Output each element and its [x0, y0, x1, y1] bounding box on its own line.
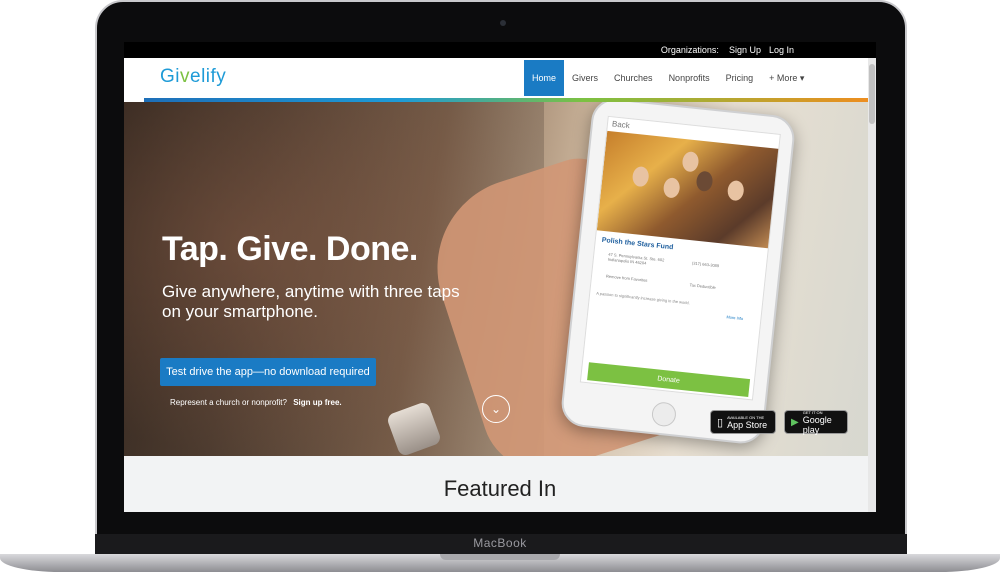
laptop-notch	[440, 554, 560, 560]
main-navbar: Givelify Home Givers Churches Nonprofits…	[124, 58, 876, 98]
group-photo	[596, 130, 781, 249]
fund-description: A passion to significantly increase givi…	[595, 290, 691, 306]
nav-item-nonprofits[interactable]: Nonprofits	[661, 60, 718, 96]
hero-section: Tap. Give. Done. Give anywhere, anytime …	[124, 102, 876, 456]
more-info-link[interactable]: More Info	[726, 314, 743, 321]
face-shape	[726, 179, 745, 202]
nav-item-home[interactable]: Home	[524, 60, 565, 96]
apple-icon: ▯	[717, 416, 724, 429]
top-bar: Organizations: Sign Up Log In	[124, 42, 876, 58]
appstore-text: AVAILABLE ON THE App Store	[727, 415, 767, 430]
fund-phone: (317) 663-3089	[691, 260, 720, 269]
phone-back-label: Back	[611, 119, 631, 131]
hero-subline: Give anywhere, anytime with three taps o…	[162, 282, 460, 321]
browser-viewport: Organizations: Sign Up Log In Givelify H…	[124, 42, 876, 512]
face-shape	[662, 177, 681, 199]
scrollbar[interactable]	[868, 58, 876, 512]
featured-title: Featured In	[443, 476, 557, 501]
scroll-down-button[interactable]: ⌄	[482, 395, 510, 423]
nav-item-more[interactable]: + More ▾	[761, 60, 812, 96]
fund-name: Polish the Stars Fund	[601, 236, 674, 252]
scrollbar-thumb[interactable]	[869, 64, 875, 124]
logo-text-1: Gi	[160, 66, 180, 87]
googleplay-text: GET IT ON Google play	[803, 410, 841, 435]
face-shape	[631, 165, 650, 188]
nav-item-pricing[interactable]: Pricing	[718, 60, 762, 96]
phone-mockup: Back Polish the Stars Fund 47 S. Pennsyl…	[559, 102, 797, 446]
featured-section: Featured In	[124, 456, 876, 512]
login-link[interactable]: Log In	[769, 45, 794, 55]
chevron-down-icon: ⌄	[490, 402, 502, 416]
phone-screen: Back Polish the Stars Fund 47 S. Pennsyl…	[579, 115, 781, 401]
google-play-badge[interactable]: ▶ GET IT ON Google play	[784, 410, 848, 435]
logo-text-3: elify	[190, 66, 227, 87]
tax-deductible-label: Tax Deductible	[689, 282, 716, 291]
camera-icon	[500, 20, 506, 26]
nav-menu: Home Givers Churches Nonprofits Pricing …	[524, 60, 812, 96]
donate-button[interactable]: Donate	[587, 362, 751, 398]
face-shape	[695, 170, 714, 193]
fund-address: 47 S. Pennsylvania St. Ste. 602 Indianap…	[607, 251, 665, 266]
signup-row: Represent a church or nonprofit? Sign up…	[170, 398, 342, 407]
favorite-toggle[interactable]: Remove from Favorites	[606, 274, 666, 285]
nav-item-churches[interactable]: Churches	[606, 60, 661, 96]
givelify-logo[interactable]: Givelify	[160, 66, 226, 88]
represent-text: Represent a church or nonprofit?	[170, 398, 287, 407]
googleplay-big-text: Google play	[802, 414, 832, 435]
face-shape	[681, 150, 700, 173]
signup-link[interactable]: Sign Up	[729, 45, 761, 55]
device-brand-label: MacBook	[473, 536, 527, 550]
signup-free-link[interactable]: Sign up free.	[293, 398, 341, 407]
appstore-small-text: AVAILABLE ON THE	[727, 414, 765, 420]
test-drive-button[interactable]: Test drive the app—no download required	[160, 358, 376, 386]
logo-text-2: v	[180, 66, 190, 87]
nav-item-givers[interactable]: Givers	[564, 60, 606, 96]
organizations-label: Organizations:	[660, 45, 719, 55]
play-icon: ▶	[791, 416, 799, 428]
appstore-big-text: App Store	[727, 419, 768, 430]
hero-headline: Tap. Give. Done.	[162, 230, 418, 268]
phone-home-button	[650, 401, 678, 428]
app-store-badge[interactable]: ▯ AVAILABLE ON THE App Store	[710, 410, 776, 434]
